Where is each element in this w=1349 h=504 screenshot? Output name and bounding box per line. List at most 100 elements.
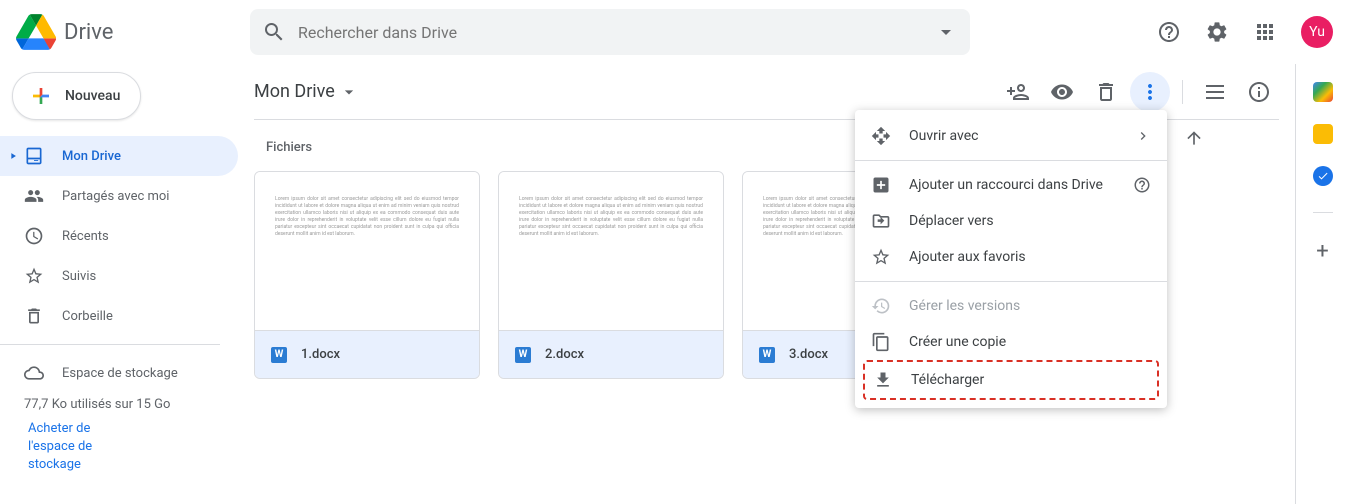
- ctx-versions: Gérer les versions: [855, 288, 1167, 324]
- sidebar-item-starred[interactable]: Suivis: [0, 256, 238, 296]
- divider: [0, 344, 220, 345]
- settings-button[interactable]: [1197, 12, 1237, 52]
- history-icon: [871, 296, 891, 316]
- trash-icon: [1094, 80, 1118, 104]
- sidebar-item-storage[interactable]: Espace de stockage: [0, 353, 238, 393]
- product-name: Drive: [64, 20, 113, 45]
- sidebar-item-label: Partagés avec moi: [62, 189, 169, 204]
- cloud-icon: [24, 363, 44, 383]
- sidebar-item-label: Mon Drive: [62, 149, 121, 164]
- ctx-label: Ajouter un raccourci dans Drive: [909, 177, 1103, 193]
- sidebar: Nouveau Mon Drive Partagés avec moi Réce…: [0, 64, 238, 504]
- file-card[interactable]: Lorem ipsum dolor sit amet consectetur a…: [254, 171, 480, 379]
- clock-icon: [24, 226, 44, 246]
- sidebar-item-label: Corbeille: [62, 309, 113, 324]
- context-menu: Ouvrir avec Ajouter un raccourci dans Dr…: [855, 110, 1167, 408]
- sidebar-item-recent[interactable]: Récents: [0, 216, 238, 256]
- dropdown-icon: [339, 82, 359, 102]
- ctx-add-shortcut[interactable]: Ajouter un raccourci dans Drive: [855, 167, 1167, 203]
- docx-icon: W: [271, 347, 287, 363]
- search-input[interactable]: [298, 23, 934, 42]
- file-name: 3.docx: [789, 347, 828, 362]
- file-thumbnail: Lorem ipsum dolor sit amet consectetur a…: [255, 172, 479, 330]
- star-icon: [871, 247, 891, 267]
- new-button-label: Nouveau: [65, 88, 120, 104]
- sidebar-item-label: Récents: [62, 229, 109, 244]
- more-button[interactable]: [1130, 72, 1170, 112]
- file-thumbnail: Lorem ipsum dolor sit amet consectetur a…: [499, 172, 723, 330]
- check-icon: [1317, 170, 1329, 182]
- divider: [855, 281, 1167, 282]
- open-with-icon: [871, 126, 891, 146]
- keep-addon[interactable]: [1313, 124, 1333, 144]
- download-icon: [873, 370, 893, 390]
- share-button[interactable]: [998, 72, 1038, 112]
- breadcrumb-label: Mon Drive: [254, 81, 335, 102]
- calendar-addon[interactable]: [1313, 82, 1333, 102]
- view-list-button[interactable]: [1195, 72, 1235, 112]
- drive-logo-icon: [16, 12, 56, 52]
- search-options-icon[interactable]: [934, 20, 958, 44]
- ctx-star[interactable]: Ajouter aux favoris: [855, 239, 1167, 275]
- more-vert-icon: [1138, 80, 1162, 104]
- star-icon: [24, 266, 44, 286]
- ctx-label: Déplacer vers: [909, 213, 994, 229]
- ctx-label: Créer une copie: [909, 334, 1006, 350]
- toolbar-separator: [1182, 80, 1183, 104]
- ctx-label: Ouvrir avec: [909, 128, 978, 144]
- search-icon: [262, 20, 286, 44]
- delete-button[interactable]: [1086, 72, 1126, 112]
- side-panel: +: [1295, 64, 1349, 504]
- sidebar-item-trash[interactable]: Corbeille: [0, 296, 238, 336]
- sidebar-item-shared[interactable]: Partagés avec moi: [0, 176, 238, 216]
- ctx-label: Télécharger: [911, 372, 984, 388]
- shared-icon: [24, 186, 44, 206]
- user-avatar[interactable]: Yu: [1301, 16, 1333, 48]
- drive-logo-area[interactable]: Drive: [12, 12, 250, 52]
- add-addon-button[interactable]: +: [1316, 239, 1328, 264]
- divider: [1313, 212, 1333, 213]
- sidebar-item-mydrive[interactable]: Mon Drive: [0, 136, 238, 176]
- list-view-icon: [1203, 80, 1227, 104]
- ctx-label: Ajouter aux favoris: [909, 249, 1026, 265]
- tasks-addon[interactable]: [1313, 166, 1333, 186]
- help-button[interactable]: [1149, 12, 1189, 52]
- arrow-up-icon: [1184, 128, 1204, 148]
- move-icon: [871, 211, 891, 231]
- info-icon: [1247, 80, 1271, 104]
- storage-usage-text: 77,7 Ko utilisés sur 15 Go: [0, 393, 238, 420]
- expand-icon: [8, 151, 18, 161]
- help-icon: [1157, 20, 1181, 44]
- breadcrumb[interactable]: Mon Drive: [254, 81, 359, 102]
- docx-icon: W: [759, 347, 775, 363]
- shortcut-icon: [871, 175, 891, 195]
- file-card[interactable]: Lorem ipsum dolor sit amet consectetur a…: [498, 171, 724, 379]
- highlighted-download: Télécharger: [863, 360, 1159, 400]
- search-bar[interactable]: [250, 9, 970, 55]
- ctx-make-copy[interactable]: Créer une copie: [855, 324, 1167, 360]
- apps-grid-icon: [1253, 20, 1277, 44]
- person-add-icon: [1006, 80, 1030, 104]
- file-name: 2.docx: [545, 347, 584, 362]
- sidebar-item-label: Espace de stockage: [62, 366, 178, 381]
- ctx-label: Gérer les versions: [909, 298, 1020, 314]
- divider: [855, 160, 1167, 161]
- chevron-right-icon: [1135, 128, 1151, 144]
- buy-storage-link[interactable]: Acheter de l'espace de stockage: [0, 420, 140, 475]
- docx-icon: W: [515, 347, 531, 363]
- eye-icon: [1050, 80, 1074, 104]
- gear-icon: [1205, 20, 1229, 44]
- ctx-open-with[interactable]: Ouvrir avec: [855, 118, 1167, 154]
- ctx-download[interactable]: Télécharger: [865, 362, 1157, 398]
- ctx-move-to[interactable]: Déplacer vers: [855, 203, 1167, 239]
- trash-icon: [24, 306, 44, 326]
- copy-icon: [871, 332, 891, 352]
- help-icon: [1133, 176, 1151, 194]
- sort-direction-button[interactable]: [1184, 128, 1204, 152]
- details-button[interactable]: [1239, 72, 1279, 112]
- preview-button[interactable]: [1042, 72, 1082, 112]
- drive-icon: [24, 146, 44, 166]
- plus-icon: [29, 84, 53, 108]
- new-button[interactable]: Nouveau: [12, 72, 141, 120]
- apps-button[interactable]: [1245, 12, 1285, 52]
